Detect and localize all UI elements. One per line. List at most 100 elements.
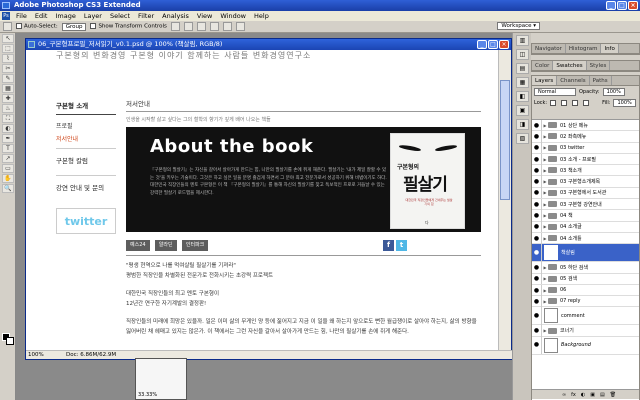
layers-footer-icon[interactable]: ∞ — [562, 392, 566, 398]
close-button[interactable]: × — [628, 1, 638, 10]
move-tool-preset-icon[interactable] — [3, 22, 12, 31]
tool-button[interactable]: ✋ — [2, 174, 14, 183]
tool-button[interactable]: ↖ — [2, 34, 14, 43]
fill-input[interactable]: 100% — [613, 98, 636, 107]
menu-file[interactable]: File — [12, 11, 31, 21]
visibility-eye-icon[interactable]: ● — [532, 187, 542, 199]
tool-button[interactable]: ♨ — [2, 104, 14, 113]
layers-footer-icon[interactable]: fx — [571, 392, 576, 398]
blend-mode-dropdown[interactable]: Normal — [534, 87, 576, 96]
visibility-eye-icon[interactable]: ● — [532, 176, 542, 188]
visibility-eye-icon[interactable]: ● — [532, 164, 542, 176]
workspace-dropdown[interactable]: Workspace ▾ — [497, 22, 540, 30]
layer-row[interactable]: ● ▶ 04 소개틀 — [532, 232, 639, 245]
layer-row[interactable]: ● comment — [532, 306, 639, 326]
panel-shortcut-icon[interactable]: ◫ — [516, 49, 529, 60]
panel-shortcut-icon[interactable]: ▥ — [516, 35, 529, 46]
layer-row[interactable]: ● ▶ 07 reply — [532, 295, 639, 308]
layer-row[interactable]: ● ▶ 05 하단 검색 — [532, 261, 639, 274]
tool-button[interactable]: 🔍 — [2, 184, 14, 193]
layer-row[interactable]: ● ▶ 04 책 — [532, 210, 639, 222]
auto-select-option[interactable]: Auto-Select: — [16, 23, 58, 30]
menu-filter[interactable]: Filter — [134, 11, 158, 21]
panel-shortcut-icon[interactable]: ◧ — [516, 91, 529, 102]
layer-row[interactable]: ● Background — [532, 336, 639, 355]
tab-channels[interactable]: Channels — [557, 76, 590, 85]
tool-button[interactable]: ✂ — [2, 64, 14, 73]
layers-footer-icon[interactable]: ▤ — [600, 392, 605, 398]
layer-row[interactable]: ● ▶ 03 소개 - 프로필 — [532, 153, 639, 166]
opacity-input[interactable]: 100% — [602, 87, 625, 96]
layer-row[interactable]: ● 책살림 — [532, 243, 639, 263]
align-top-icon[interactable] — [170, 22, 180, 31]
layer-row[interactable]: ● ▶ 03 구본형소개제목 — [532, 176, 639, 188]
menu-image[interactable]: Image — [51, 11, 79, 21]
lock-all-icon[interactable] — [583, 99, 590, 106]
doc-maximize-button[interactable]: □ — [488, 40, 498, 49]
menu-layer[interactable]: Layer — [80, 11, 106, 21]
tab-histogram[interactable]: Histogram — [566, 44, 602, 53]
tool-button[interactable]: T — [2, 144, 14, 153]
tool-button[interactable]: ▦ — [2, 84, 14, 93]
menu-analysis[interactable]: Analysis — [158, 11, 193, 21]
document-title-bar[interactable]: 06_구본형프로필_저서읽기_v0.1.psd @ 100% (책살림, RGB… — [26, 39, 511, 50]
document-canvas[interactable]: 구본형의 변화경영 구본형 이야기 함께하는 사람들 변화경영연구소 구본형 소… — [26, 50, 499, 352]
visibility-eye-icon[interactable]: ● — [532, 221, 542, 233]
layers-footer-icon[interactable]: ▣ — [590, 392, 595, 398]
visibility-eye-icon[interactable]: ● — [532, 120, 542, 131]
document-size[interactable]: Doc: 6.86M/62.9M — [66, 351, 116, 359]
layer-row[interactable]: ● ▶ 02 좌측메뉴 — [532, 130, 639, 143]
layer-row[interactable]: ● ▶ 03 구본형에서 도서관 — [532, 187, 639, 200]
menu-help[interactable]: Help — [250, 11, 273, 21]
layers-footer-icon[interactable]: ◐ — [581, 392, 585, 398]
visibility-eye-icon[interactable]: ● — [532, 273, 542, 285]
tab-styles[interactable]: Styles — [587, 61, 611, 70]
align-bottom-icon[interactable] — [196, 22, 206, 31]
layers-footer-icon[interactable]: 🗑 — [610, 392, 616, 398]
secondary-document-window[interactable]: 33.33% — [135, 358, 187, 400]
visibility-eye-icon[interactable]: ● — [532, 284, 542, 296]
menu-edit[interactable]: Edit — [31, 11, 52, 21]
layer-row[interactable]: ● ▶ 03 책소개 — [532, 164, 639, 177]
align-right-icon[interactable] — [235, 22, 245, 31]
menu-window[interactable]: Window — [216, 11, 250, 21]
align-middle-icon[interactable] — [183, 22, 193, 31]
tool-button[interactable]: ✒ — [2, 134, 14, 143]
align-left-icon[interactable] — [209, 22, 219, 31]
tool-button[interactable]: ⛶ — [2, 114, 14, 123]
maximize-button[interactable]: □ — [617, 1, 627, 10]
panel-shortcut-icon[interactable]: ◨ — [516, 119, 529, 130]
visibility-eye-icon[interactable]: ● — [532, 142, 542, 154]
doc-close-button[interactable]: × — [499, 40, 509, 49]
visibility-eye-icon[interactable]: ● — [532, 306, 542, 325]
tool-button[interactable]: ✎ — [2, 74, 14, 83]
zoom-level[interactable]: 100% — [28, 352, 44, 358]
layer-row[interactable]: ● ▶ 04 소개글 — [532, 221, 639, 233]
visibility-eye-icon[interactable]: ● — [532, 232, 542, 244]
panel-shortcut-icon[interactable]: ▦ — [516, 77, 529, 88]
visibility-eye-icon[interactable]: ● — [532, 198, 542, 210]
tab-color[interactable]: Color — [532, 61, 554, 70]
panel-shortcut-icon[interactable]: ▣ — [516, 105, 529, 116]
visibility-eye-icon[interactable]: ● — [532, 325, 542, 337]
lock-transparency-icon[interactable] — [550, 99, 557, 106]
align-center-icon[interactable] — [222, 22, 232, 31]
tool-button[interactable]: ✚ — [2, 94, 14, 103]
layer-row[interactable]: ● ▶ 06 — [532, 284, 639, 297]
layer-row[interactable]: ● ▶ 01 상단 메뉴 — [532, 120, 639, 132]
tool-button[interactable]: ⬚ — [2, 44, 14, 53]
tab-info[interactable]: Info — [601, 44, 619, 53]
tool-button[interactable]: ◐ — [2, 124, 14, 133]
layer-row[interactable]: ● ▶ 05 검색 — [532, 273, 639, 285]
visibility-eye-icon[interactable]: ● — [532, 336, 542, 355]
tab-swatches[interactable]: Swatches — [553, 61, 587, 70]
visibility-eye-icon[interactable]: ● — [532, 243, 542, 262]
background-color-swatch[interactable] — [6, 337, 14, 345]
tool-button[interactable]: ⌇ — [2, 54, 14, 63]
panel-shortcut-icon[interactable]: ▤ — [516, 63, 529, 74]
vertical-scrollbar[interactable] — [498, 50, 511, 352]
menu-view[interactable]: View — [193, 11, 216, 21]
doc-minimize-button[interactable]: _ — [477, 40, 487, 49]
auto-select-dropdown[interactable]: Group — [61, 22, 87, 31]
vertical-scroll-thumb[interactable] — [500, 80, 510, 200]
